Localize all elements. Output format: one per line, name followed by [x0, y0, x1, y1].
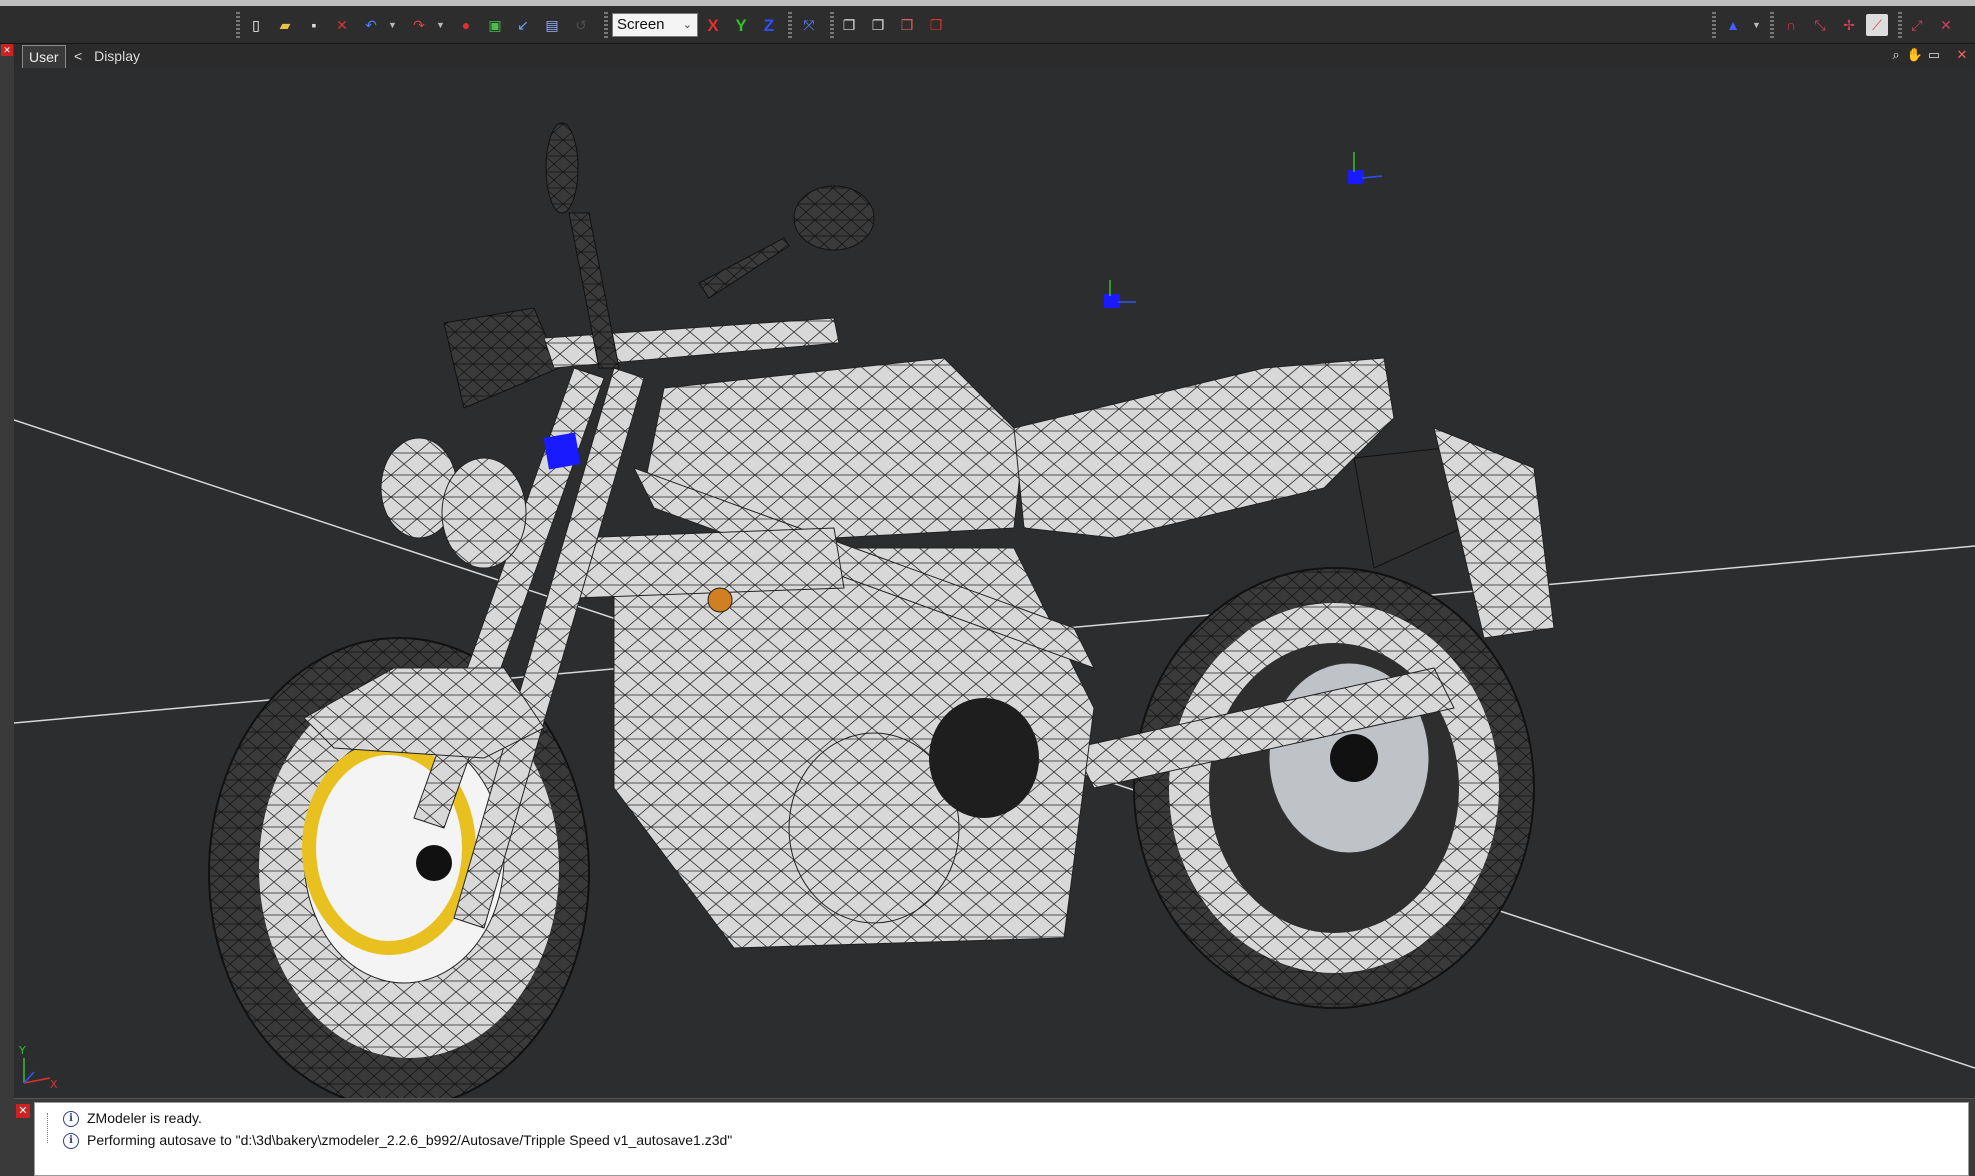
handlebar	[543, 317, 840, 369]
cone-icon[interactable]: ▲	[1722, 14, 1744, 36]
log-text: ZModeler is ready.	[87, 1110, 202, 1126]
mirror	[793, 185, 875, 251]
open-file-icon[interactable]: ▰	[274, 14, 296, 36]
lock-icon[interactable]: ✕	[1935, 14, 1957, 36]
pivot-icon[interactable]: ⤢	[1906, 14, 1928, 36]
undo-icon[interactable]: ↶	[360, 14, 382, 36]
scale-icon[interactable]: ✢	[1838, 14, 1860, 36]
log-panel: ✕ i ZModeler is ready. i Performing autosa…	[14, 1099, 1975, 1176]
cube-top-icon[interactable]: ❒	[896, 14, 918, 36]
new-file-icon[interactable]: ▯	[245, 14, 267, 36]
pivot-marker[interactable]	[1104, 294, 1120, 308]
radiator	[573, 527, 845, 599]
close-icon[interactable]: ✕	[1, 44, 13, 56]
scene-canvas: Y X	[14, 122, 1975, 1098]
undo-dropdown-icon[interactable]: ▼	[388, 20, 397, 30]
link-icon[interactable]: ↙	[512, 14, 534, 36]
info-icon: i	[63, 1133, 79, 1150]
close-viewport-icon[interactable]: ✕	[1954, 47, 1970, 63]
save-icon[interactable]: ▪	[303, 14, 325, 36]
pan-icon[interactable]: ✋	[1907, 47, 1923, 63]
magnet-icon[interactable]: ∩	[1780, 14, 1802, 36]
maximize-icon[interactable]: ▭	[1926, 47, 1942, 63]
cone-dropdown-icon[interactable]: ▼	[1752, 20, 1761, 30]
seat	[1013, 357, 1395, 539]
toolbar-grip[interactable]	[1898, 12, 1902, 38]
properties-icon[interactable]: ▤	[541, 14, 563, 36]
chevron-down-icon: ⌄	[682, 19, 692, 31]
toolbar-grip[interactable]	[1770, 12, 1774, 38]
back-arrow-icon: <	[74, 48, 83, 64]
transform-icon[interactable]: ⤡	[1809, 14, 1831, 36]
log-line: i ZModeler is ready.	[63, 1108, 202, 1128]
zoom-icon[interactable]: ⌕	[1888, 47, 1904, 63]
axis-y-button[interactable]: Y	[730, 14, 752, 36]
redo-dropdown-icon[interactable]: ▼	[436, 20, 445, 30]
rear-wheel	[1133, 567, 1535, 1009]
cube-side-icon[interactable]: ❐	[867, 14, 889, 36]
toolbar-grip[interactable]	[604, 12, 608, 38]
coordinate-system-select[interactable]: Screen ⌄	[612, 13, 698, 37]
cube-front-icon[interactable]: ❐	[838, 14, 860, 36]
log-line: i Performing autosave to "d:\3d\bakery\zm…	[63, 1130, 732, 1150]
log-text: Performing autosave to "d:\3d\bakery\zmo…	[87, 1132, 733, 1148]
redo-icon[interactable]: ↷	[408, 14, 430, 36]
toolbar-grip[interactable]	[1712, 12, 1716, 38]
gizmo-y-label: Y	[18, 1044, 26, 1057]
headlight	[441, 457, 527, 569]
axis-z-button[interactable]: Z	[758, 14, 780, 36]
instrument-cluster	[443, 307, 560, 409]
viewport-header: User < Display ⌕ ✋ ▭ ✕	[14, 44, 1975, 69]
engine-sprocket	[929, 698, 1039, 818]
3d-viewport[interactable]: Y X	[14, 68, 1975, 1099]
render-icon[interactable]: ▣	[484, 14, 506, 36]
record-icon[interactable]: ●	[455, 14, 477, 36]
axis-x-button[interactable]: X	[702, 14, 724, 36]
left-side-panel: ✕	[0, 44, 15, 1176]
gizmo-x-label: X	[50, 1078, 58, 1091]
toolbar-grip[interactable]	[830, 12, 834, 38]
turn-signal	[707, 587, 733, 613]
coordinate-system-value: Screen	[617, 16, 665, 33]
pivot-marker[interactable]	[543, 432, 581, 470]
log-output[interactable]: i ZModeler is ready. i Performing autosave…	[34, 1102, 1969, 1176]
pivot-marker[interactable]	[1348, 170, 1364, 184]
close-log-icon[interactable]: ✕	[16, 1104, 30, 1118]
tree-line	[47, 1113, 48, 1143]
view-label[interactable]: User	[22, 45, 66, 68]
chart-icon[interactable]: ⟋	[1866, 14, 1888, 36]
snap-icon[interactable]: ⤧	[798, 14, 820, 36]
mirror-stem	[698, 237, 790, 299]
delete-icon[interactable]: ✕	[331, 14, 353, 36]
axis-gizmo: Y X	[18, 1044, 58, 1091]
toolbar-grip[interactable]	[788, 12, 792, 38]
display-label: Display	[94, 48, 140, 64]
main-toolbar: ▯ ▰ ▪ ✕ ↶ ▼ ↷ ▼ ● ▣ ↙ ▤ ↺ Screen ⌄ X Y Z…	[0, 0, 1975, 44]
cube-perspective-icon[interactable]: ❒	[925, 14, 947, 36]
display-tab[interactable]: < Display	[74, 44, 140, 68]
mirror	[545, 122, 579, 214]
disabled-icon: ↺	[575, 17, 587, 33]
toolbar-grip[interactable]	[236, 12, 240, 38]
info-icon: i	[63, 1111, 79, 1128]
